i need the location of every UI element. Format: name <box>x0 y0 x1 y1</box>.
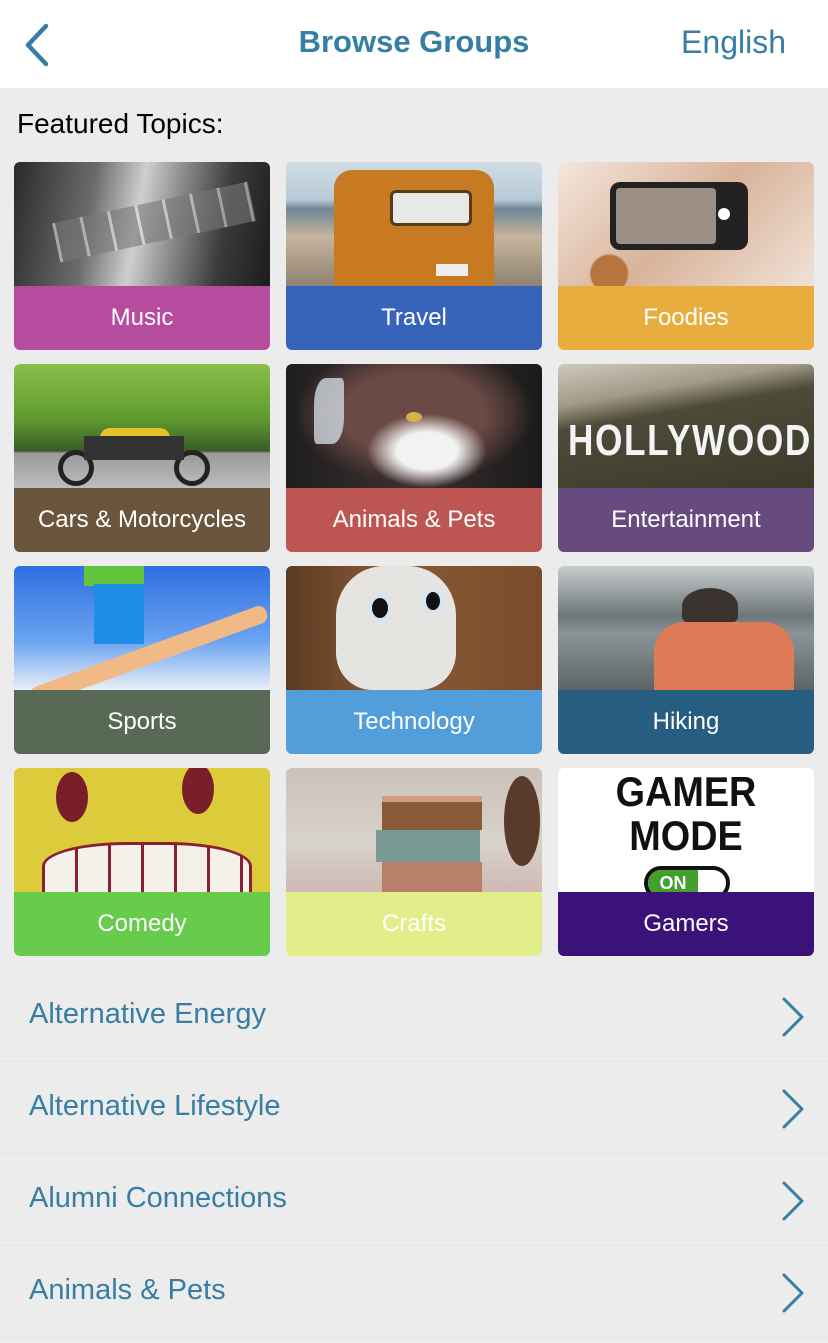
chevron-right-icon <box>782 1089 804 1129</box>
gamer-mode-text: GAMER MODE <box>615 768 757 859</box>
robot-photo <box>286 566 542 690</box>
guitar-photo <box>14 162 270 286</box>
list-item[interactable]: Alumni Connections <box>0 1154 828 1246</box>
topic-tile-entertainment[interactable]: HOLLYWOOD Entertainment <box>558 364 814 552</box>
topic-label: Cars & Motorcycles <box>14 488 270 552</box>
topic-tile-travel[interactable]: Travel <box>286 162 542 350</box>
categories-list: Alternative Energy Alternative Lifestyle… <box>0 970 828 1338</box>
topic-tile-comedy[interactable]: Comedy <box>14 768 270 956</box>
topic-label: Technology <box>286 690 542 754</box>
topic-tile-cars-motorcycles[interactable]: Cars & Motorcycles <box>14 364 270 552</box>
list-item-label: Alternative Lifestyle <box>29 1090 281 1122</box>
list-item[interactable]: Alternative Energy <box>0 970 828 1062</box>
topic-label: Gamers <box>558 892 814 956</box>
chevron-right-icon <box>782 997 804 1037</box>
topic-tile-hiking[interactable]: Hiking <box>558 566 814 754</box>
topic-tile-music[interactable]: Music <box>14 162 270 350</box>
topic-tile-crafts[interactable]: Crafts <box>286 768 542 956</box>
topic-label: Animals & Pets <box>286 488 542 552</box>
topic-tile-technology[interactable]: Technology <box>286 566 542 754</box>
topic-label: Sports <box>14 690 270 754</box>
topic-tile-sports[interactable]: Sports <box>14 566 270 754</box>
list-item-label: Alumni Connections <box>29 1182 287 1214</box>
topic-tile-animals-pets[interactable]: Animals & Pets <box>286 364 542 552</box>
navigation-bar: Browse Groups English <box>0 0 828 88</box>
skier-photo <box>14 566 270 690</box>
list-item-label: Animals & Pets <box>29 1274 226 1306</box>
motorcycle-photo <box>14 364 270 488</box>
topic-label: Music <box>14 286 270 350</box>
language-button[interactable]: English <box>681 24 786 61</box>
gamer-mode-graphic: GAMER MODE ON <box>558 768 814 892</box>
topic-label: Hiking <box>558 690 814 754</box>
topic-label: Entertainment <box>558 488 814 552</box>
van-photo <box>286 162 542 286</box>
hollywood-photo: HOLLYWOOD <box>558 364 814 488</box>
topic-label: Crafts <box>286 892 542 956</box>
crafts-photo <box>286 768 542 892</box>
featured-topics-heading: Featured Topics: <box>17 108 224 139</box>
list-item[interactable]: Animals & Pets <box>0 1246 828 1338</box>
featured-topics-grid: Music Travel Foodies Cars & Motorcycles <box>14 162 814 956</box>
toggle-on-icon: ON <box>644 866 730 892</box>
topic-label: Comedy <box>14 892 270 956</box>
emoji-balloon-photo <box>14 768 270 892</box>
chevron-right-icon <box>782 1181 804 1221</box>
topic-tile-foodies[interactable]: Foodies <box>558 162 814 350</box>
cat-photo <box>286 364 542 488</box>
phone-food-photo <box>558 162 814 286</box>
chevron-right-icon <box>782 1273 804 1313</box>
topic-label: Foodies <box>558 286 814 350</box>
list-item[interactable]: Alternative Lifestyle <box>0 1062 828 1154</box>
list-item-label: Alternative Energy <box>29 998 266 1030</box>
hiker-photo <box>558 566 814 690</box>
topic-label: Travel <box>286 286 542 350</box>
topic-tile-gamers[interactable]: GAMER MODE ON Gamers <box>558 768 814 956</box>
